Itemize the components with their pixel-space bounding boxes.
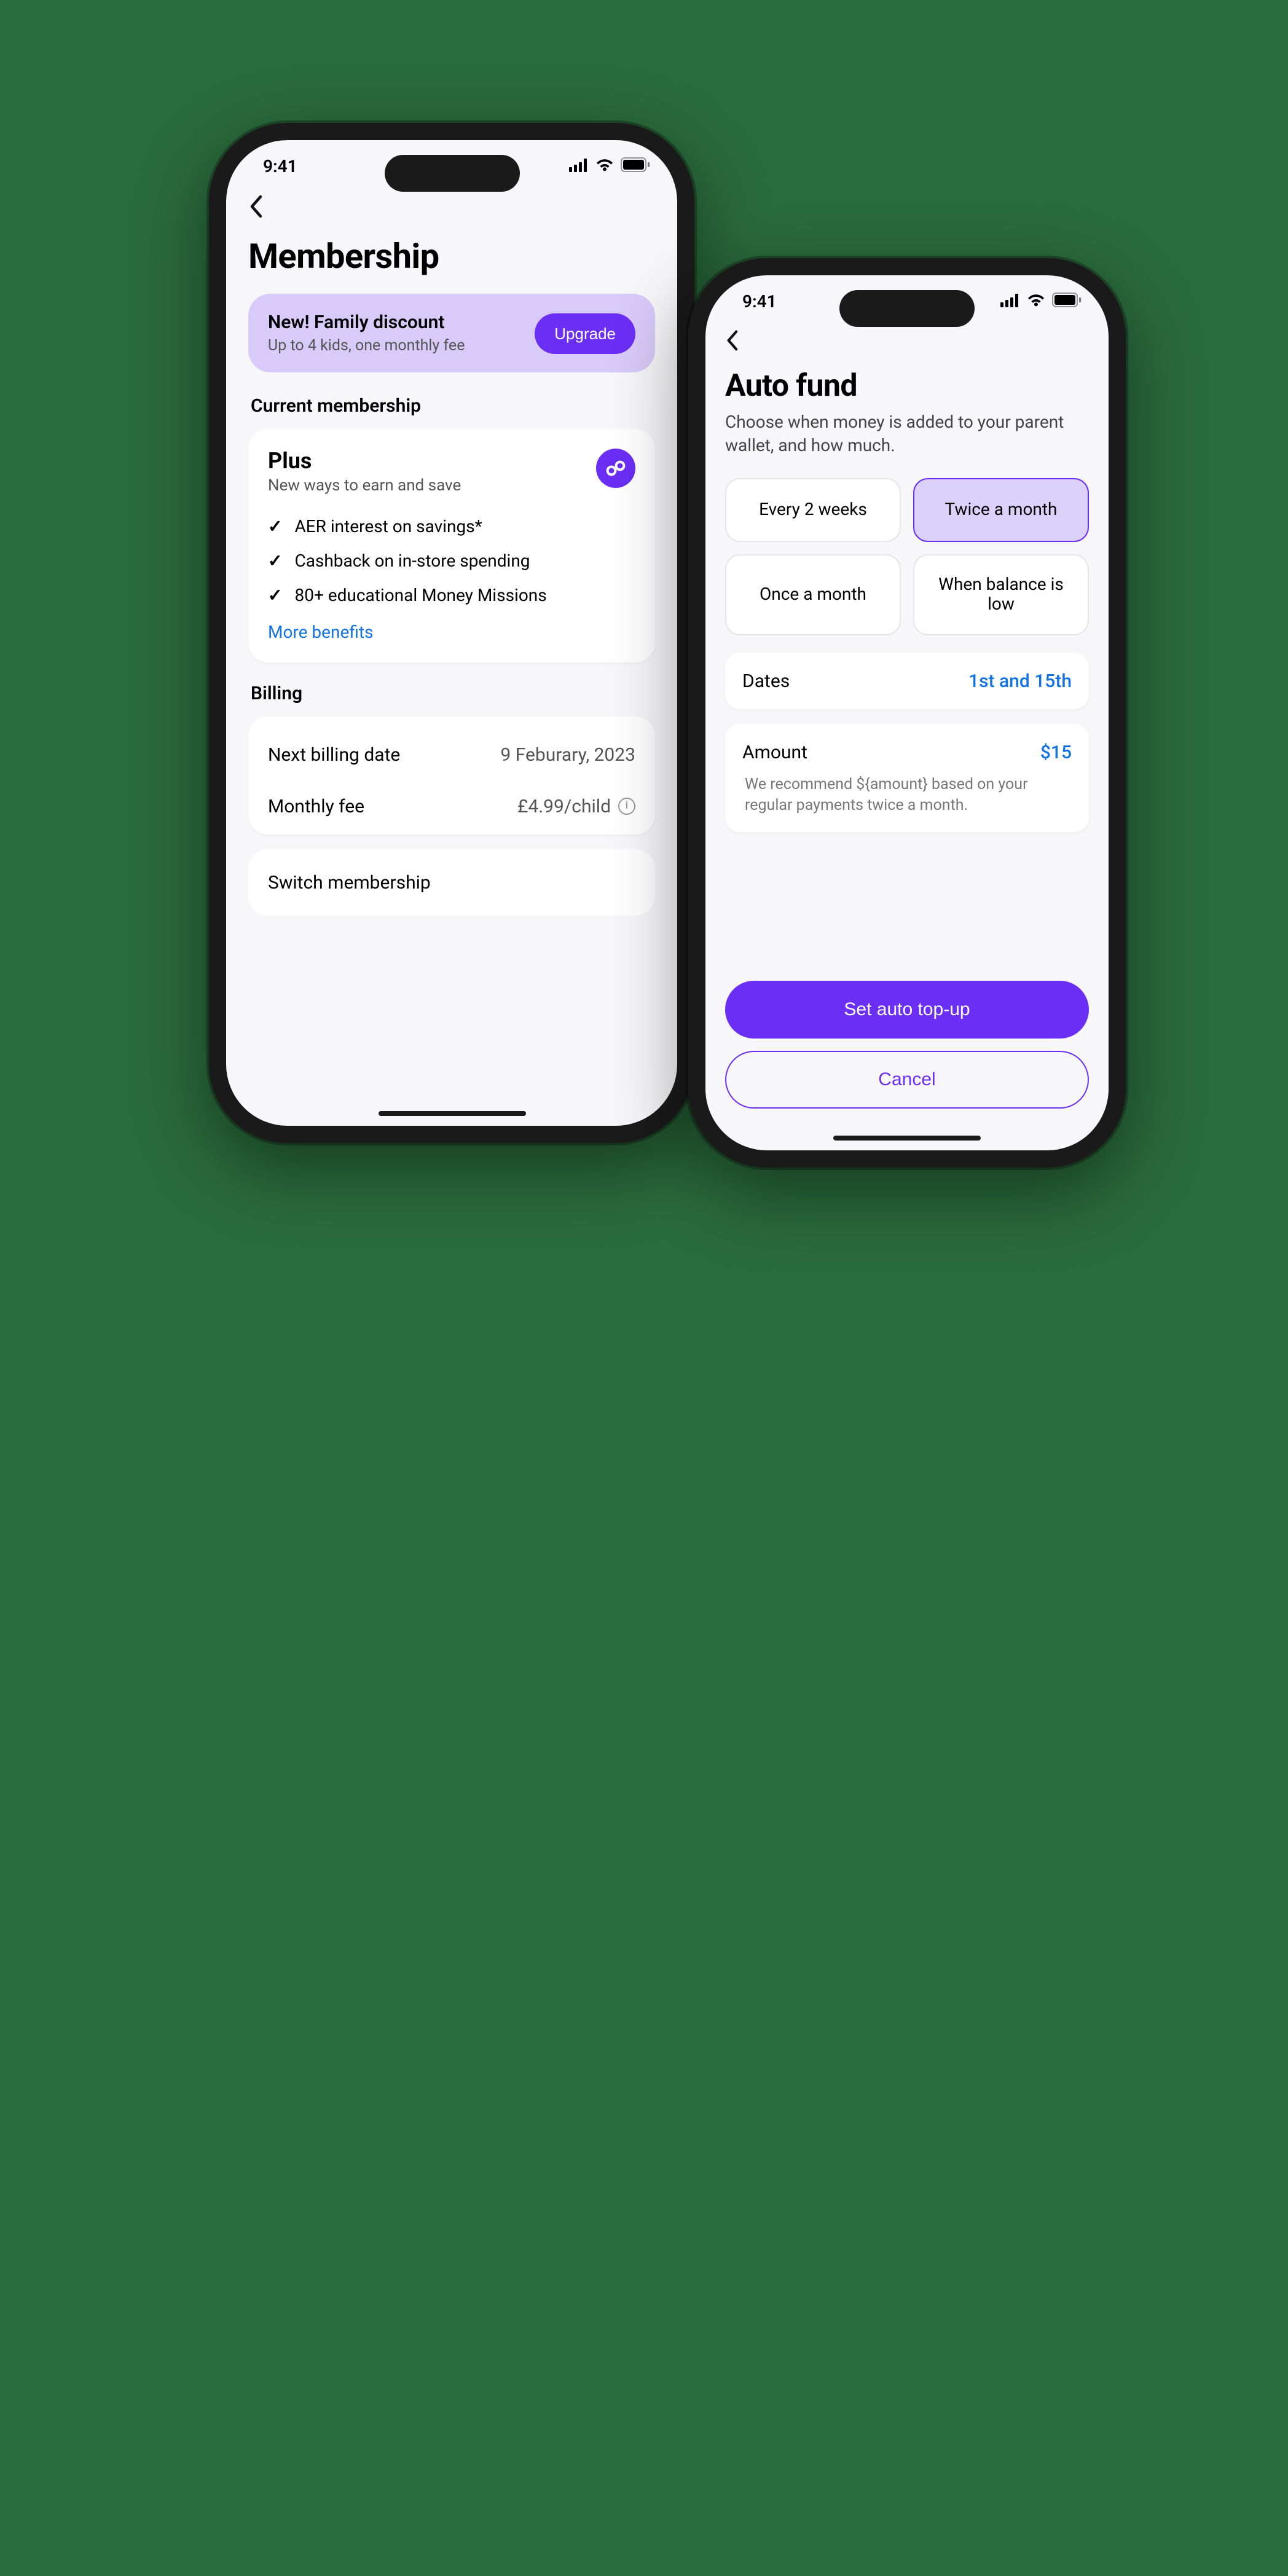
next-billing-label: Next billing date [268, 744, 400, 766]
wifi-icon [1026, 293, 1046, 312]
signal-icon [569, 157, 589, 177]
check-icon: ✓ [268, 517, 282, 537]
cancel-button[interactable]: Cancel [725, 1051, 1089, 1109]
plan-card: Plus New ways to earn and save ✓AER inte… [248, 429, 655, 662]
device-notch [839, 290, 975, 327]
info-icon[interactable]: i [618, 798, 635, 815]
back-button[interactable] [248, 187, 263, 229]
billing-card: Next billing date 9 Feburary, 2023 Month… [248, 717, 655, 834]
plan-name: Plus [268, 449, 461, 474]
status-time: 9:41 [742, 293, 777, 312]
dates-row[interactable]: Dates 1st and 15th [725, 653, 1089, 709]
check-icon: ✓ [268, 586, 282, 606]
next-billing-value: 9 Feburary, 2023 [500, 744, 635, 766]
monthly-fee-row: Monthly fee £4.99/child i [268, 780, 635, 832]
frequency-options: Every 2 weeks Twice a month Once a month… [725, 478, 1089, 635]
check-icon: ✓ [268, 552, 282, 571]
set-auto-topup-button[interactable]: Set auto top-up [725, 981, 1089, 1039]
amount-card: Amount $15 We recommend ${amount} based … [725, 724, 1089, 832]
dates-value: 1st and 15th [968, 670, 1072, 692]
promo-title: New! Family discount [268, 311, 465, 333]
monthly-fee-label: Monthly fee [268, 795, 364, 817]
frequency-balance-low[interactable]: When balance is low [913, 554, 1089, 635]
battery-icon [1052, 293, 1082, 312]
promo-banner: New! Family discount Up to 4 kids, one m… [248, 294, 655, 372]
current-membership-heading: Current membership [251, 395, 653, 417]
page-subtitle: Choose when money is added to your paren… [725, 412, 1089, 458]
page-title: Membership [248, 236, 655, 277]
benefit-item: ✓AER interest on savings* [268, 510, 635, 544]
frequency-twice-a-month[interactable]: Twice a month [913, 478, 1089, 542]
monthly-fee-value: £4.99/child [517, 795, 611, 817]
amount-row[interactable]: Amount $15 [742, 741, 1072, 763]
benefit-item: ✓Cashback on in-store spending [268, 544, 635, 579]
next-billing-row: Next billing date 9 Feburary, 2023 [268, 729, 635, 780]
signal-icon [1000, 293, 1020, 312]
status-time: 9:41 [263, 157, 297, 177]
amount-value: $15 [1040, 741, 1072, 763]
plan-tagline: New ways to earn and save [268, 477, 461, 495]
frequency-every-2-weeks[interactable]: Every 2 weeks [725, 478, 901, 542]
recommend-text: We recommend ${amount} based on your reg… [742, 763, 1072, 817]
promo-subtitle: Up to 4 kids, one monthly fee [268, 337, 465, 355]
back-button[interactable] [725, 320, 739, 361]
billing-heading: Billing [251, 682, 653, 704]
benefit-item: ✓80+ educational Money Missions [268, 579, 635, 613]
phone-autofund: 9:41 Auto fund Choose when money is adde… [688, 258, 1126, 1168]
upgrade-button[interactable]: Upgrade [535, 313, 635, 353]
home-indicator[interactable] [833, 1136, 981, 1141]
device-notch [384, 155, 519, 192]
phone-membership: 9:41 Membership New! Family discount Up … [209, 123, 694, 1143]
brand-logo-icon [596, 449, 635, 488]
more-benefits-link[interactable]: More benefits [268, 623, 373, 643]
amount-label: Amount [742, 741, 807, 763]
switch-membership-button[interactable]: Switch membership [248, 849, 655, 916]
dates-label: Dates [742, 670, 790, 692]
home-indicator[interactable] [378, 1111, 525, 1116]
battery-icon [621, 157, 650, 177]
page-title: Auto fund [725, 369, 1089, 404]
frequency-once-a-month[interactable]: Once a month [725, 554, 901, 635]
wifi-icon [595, 157, 615, 177]
